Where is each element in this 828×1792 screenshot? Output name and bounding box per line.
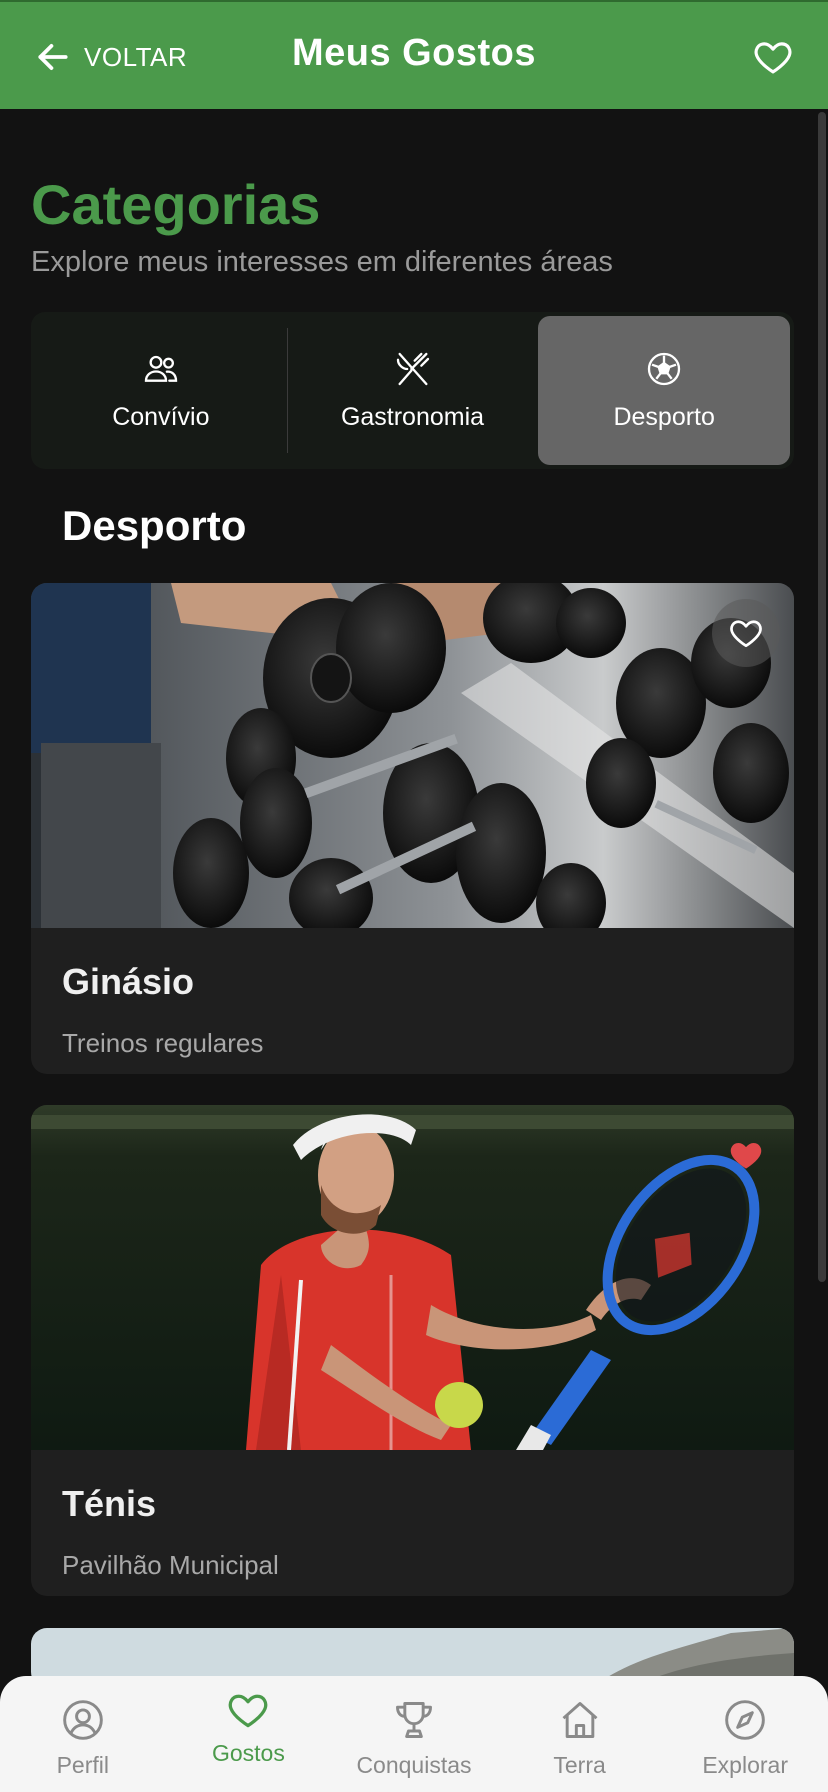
bottom-navigation: Perfil Gostos Conquistas Terra Explorar <box>0 1676 828 1792</box>
heart-icon <box>229 1694 268 1728</box>
dumbbell-rack-photo <box>31 583 794 928</box>
tab-convivio[interactable]: Convívio <box>35 316 287 465</box>
nav-perfil[interactable]: Perfil <box>3 1688 163 1779</box>
heart-outline-icon <box>730 620 762 648</box>
heart-icon[interactable] <box>752 36 794 78</box>
utensils-icon <box>396 352 429 386</box>
card-description: Treinos regulares <box>62 1028 264 1058</box>
favorite-toggle[interactable] <box>712 599 780 667</box>
user-icon <box>62 1700 103 1740</box>
tab-label: Convívio <box>112 403 210 431</box>
nav-gostos[interactable]: Gostos <box>168 1688 328 1767</box>
nav-label: Terra <box>553 1752 606 1778</box>
interest-card-tenis[interactable]: Ténis Pavilhão Municipal <box>31 1105 794 1596</box>
tab-gastronomia[interactable]: Gastronomia <box>286 316 539 465</box>
nav-terra[interactable]: Terra <box>500 1688 660 1779</box>
app-screen: VOLTAR Meus Gostos Categorias Explore me… <box>0 0 828 1792</box>
nav-label: Perfil <box>56 1752 109 1778</box>
categories-heading: Categorias <box>31 173 321 236</box>
tab-label: Gastronomia <box>340 403 485 431</box>
nav-label: Explorar <box>702 1752 788 1778</box>
nav-conquistas[interactable]: Conquistas <box>334 1688 494 1779</box>
heart-filled-icon <box>730 1143 762 1169</box>
compass-icon <box>725 1700 765 1740</box>
page-title: Meus Gostos <box>291 32 537 74</box>
nav-label: Gostos <box>211 1740 285 1766</box>
home-icon <box>562 1702 598 1738</box>
people-icon <box>144 355 177 382</box>
soccer-ball-icon <box>648 352 681 386</box>
section-heading: Desporto <box>62 502 247 549</box>
tab-desporto[interactable]: Desporto <box>538 316 791 465</box>
nav-explorar[interactable]: Explorar <box>665 1688 825 1779</box>
trophy-icon <box>396 1702 432 1738</box>
top-bar: VOLTAR Meus Gostos <box>0 0 828 109</box>
categories-subtitle: Explore meus interesses em diferentes ár… <box>31 246 613 278</box>
nav-label: Conquistas <box>356 1752 472 1778</box>
tab-label: Desporto <box>613 403 715 431</box>
card-title: Ténis <box>62 1483 157 1524</box>
scrollbar[interactable] <box>818 112 826 1282</box>
favorite-toggle[interactable] <box>712 1121 780 1189</box>
card-description: Pavilhão Municipal <box>62 1550 279 1580</box>
card-image <box>31 583 794 928</box>
tennis-player-photo <box>31 1105 794 1450</box>
interest-card-ginasio[interactable]: Ginásio Treinos regulares <box>31 583 794 1074</box>
card-title: Ginásio <box>62 961 195 1002</box>
category-tabs: Convívio Gastronomia Desporto <box>31 312 794 469</box>
card-image <box>31 1105 794 1450</box>
